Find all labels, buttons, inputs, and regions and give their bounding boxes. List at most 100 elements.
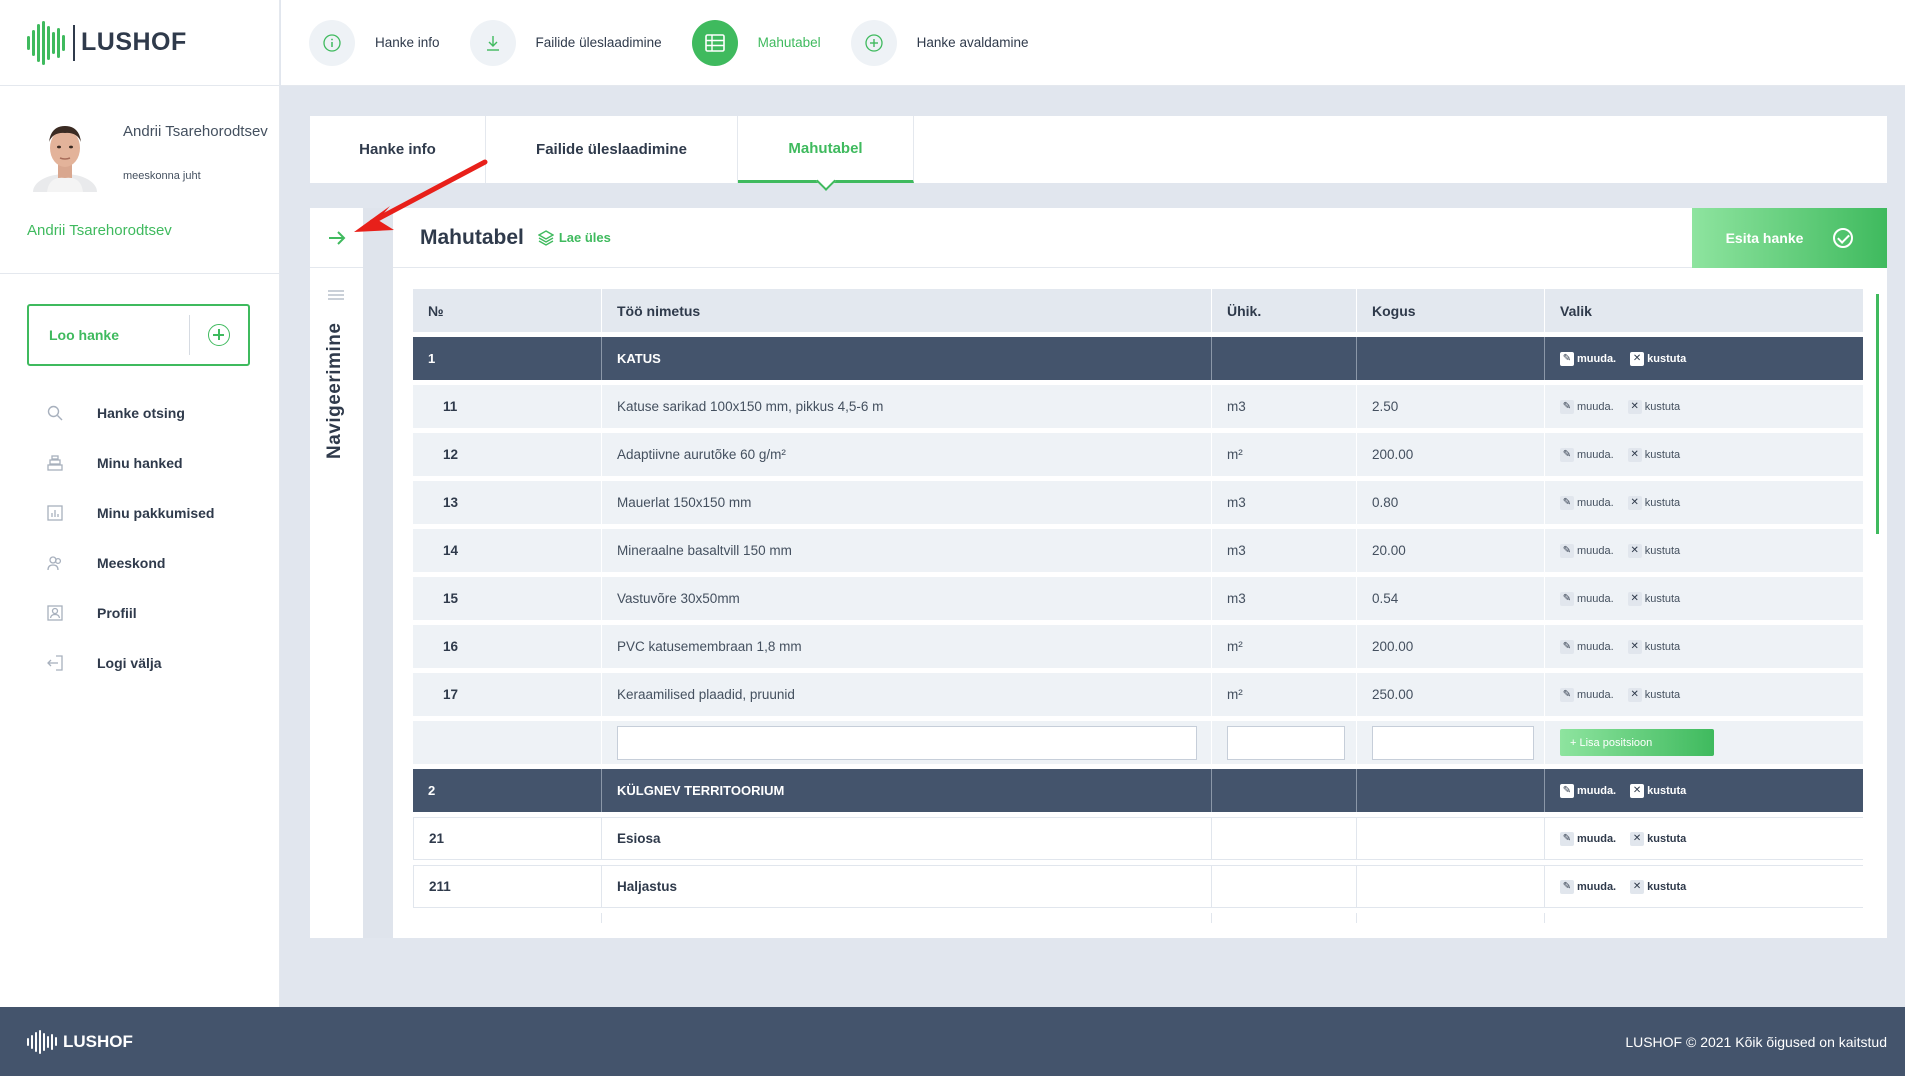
delete-button[interactable]: ✕ kustuta xyxy=(1627,687,1681,702)
edit-label: muuda. xyxy=(1577,448,1614,461)
add-position-button[interactable]: + Lisa positsioon xyxy=(1560,729,1714,756)
profile-icon xyxy=(47,605,63,621)
item-name: Katuse sarikad 100x150 mm, pikkus 4,5-6 … xyxy=(602,385,1212,428)
item-unit: m3 xyxy=(1212,577,1357,620)
delete-button[interactable]: ✕ kustuta xyxy=(1630,879,1686,894)
pencil-icon: ✎ xyxy=(1560,351,1574,366)
item-no: 14 xyxy=(413,529,602,572)
step-mahutabel[interactable]: Mahutabel xyxy=(691,19,821,66)
subgroup-no: 211 xyxy=(413,865,602,908)
copyright: LUSHOF © 2021 Kõik õigused on kaitstud xyxy=(1625,1033,1887,1050)
upload-button[interactable]: Lae üles xyxy=(537,229,611,246)
item-unit: m² xyxy=(1212,625,1357,668)
item-unit: m3 xyxy=(1212,385,1357,428)
table-icon xyxy=(691,19,738,66)
step-hanke-info[interactable]: Hanke info xyxy=(309,19,440,66)
table-row: 15 Vastuvõre 30x50mm m3 0.54 ✎ muuda. ✕ kustuta xyxy=(413,577,1863,620)
pencil-icon: ✎ xyxy=(1560,495,1574,510)
subgroup-row: 21 Esiosa ✎ muuda. ✕ kustuta xyxy=(413,817,1863,860)
edit-label: muuda. xyxy=(1577,544,1614,557)
profile-link[interactable]: Andrii Tsarehorodtsev xyxy=(27,222,172,239)
column-header-no: № xyxy=(413,289,602,332)
group-no: 1 xyxy=(413,337,602,380)
edit-button[interactable]: ✎ muuda. xyxy=(1560,591,1614,606)
volume-table: № Töö nimetus Ühik. Kogus Valik 1 KATUS ✎ m… xyxy=(413,289,1863,928)
edit-button[interactable]: ✎ muuda. xyxy=(1560,783,1616,798)
team-icon xyxy=(47,555,63,571)
delete-button[interactable]: ✕ kustuta xyxy=(1630,783,1686,798)
edit-label: muuda. xyxy=(1577,688,1614,701)
sidebar-item-label: Meeskond xyxy=(97,555,166,571)
delete-label: kustuta xyxy=(1644,688,1681,701)
delete-button[interactable]: ✕ kustuta xyxy=(1627,495,1680,510)
item-qty: 250.00 xyxy=(1357,673,1545,716)
subgroup-name: Haljastus xyxy=(602,865,1212,908)
delete-button[interactable]: ✕ kustuta xyxy=(1627,639,1680,654)
delete-button[interactable]: ✕ kustuta xyxy=(1627,591,1681,606)
subgroup-no: 21 xyxy=(413,817,602,860)
edit-button[interactable]: ✎ muuda. xyxy=(1560,399,1614,414)
delete-label: kustuta xyxy=(1644,400,1681,413)
delete-button[interactable]: ✕ kustuta xyxy=(1627,447,1680,462)
avatar[interactable] xyxy=(33,118,97,192)
row-actions: ✎ muuda. ✕ kustuta xyxy=(1545,577,1863,620)
close-icon: ✕ xyxy=(1627,687,1642,702)
edit-button[interactable]: ✎ muuda. xyxy=(1560,687,1614,702)
edit-label: muuda. xyxy=(1577,352,1617,365)
item-qty: 0.80 xyxy=(1357,481,1545,524)
tab-failide-uleslaadimine[interactable]: Failide üleslaadimine xyxy=(486,116,738,183)
sidebar-item-logout[interactable]: Logi välja xyxy=(0,638,280,688)
chart-icon xyxy=(47,505,63,521)
step-hanke-avaldamine[interactable]: Hanke avaldamine xyxy=(850,19,1029,66)
scrollbar[interactable] xyxy=(1876,294,1879,534)
sidebar-item-profiil[interactable]: Profiil xyxy=(0,588,280,638)
sidebar-item-minu-hanked[interactable]: Minu hanked xyxy=(0,438,280,488)
edit-button[interactable]: ✎ muuda. xyxy=(1560,351,1617,366)
sidebar-item-hanke-otsing[interactable]: Hanke otsing xyxy=(0,388,280,438)
new-item-unit-input[interactable] xyxy=(1227,725,1345,760)
item-no: 12 xyxy=(413,433,602,476)
delete-button[interactable]: ✕ kustuta xyxy=(1630,831,1686,846)
pencil-icon: ✎ xyxy=(1560,831,1574,846)
edit-button[interactable]: ✎ muuda. xyxy=(1560,447,1614,462)
pencil-icon: ✎ xyxy=(1560,399,1574,414)
close-icon: ✕ xyxy=(1627,495,1642,510)
close-icon: ✕ xyxy=(1630,831,1645,846)
delete-button[interactable]: ✕ kustuta xyxy=(1630,351,1686,366)
stack-icon xyxy=(47,455,63,471)
item-qty: 20.00 xyxy=(1357,529,1545,572)
step-label: Hanke info xyxy=(375,35,440,50)
delete-button[interactable]: ✕ kustuta xyxy=(1627,399,1681,414)
delete-label: kustuta xyxy=(1644,592,1681,605)
logo[interactable]: LUSHOF xyxy=(0,0,279,86)
footer-logo[interactable]: LUSHOF xyxy=(27,1029,133,1054)
edit-button[interactable]: ✎ muuda. xyxy=(1560,495,1614,510)
edit-button[interactable]: ✎ muuda. xyxy=(1560,879,1616,894)
edit-button[interactable]: ✎ muuda. xyxy=(1560,639,1614,654)
profile-role: meeskonna juht xyxy=(123,170,201,182)
group-name: KÜLGNEV TERRITOORIUM xyxy=(602,769,1212,812)
logout-icon xyxy=(47,655,63,671)
column-header-actions: Valik xyxy=(1545,289,1863,332)
submit-label: Esita hanke xyxy=(1725,230,1804,246)
wizard-steps: Hanke info Failide üleslaadimine Mahutab… xyxy=(281,0,1905,86)
tab-mahutabel[interactable]: Mahutabel xyxy=(738,116,914,183)
item-name: Mineraalne basaltvill 150 mm xyxy=(602,529,1212,572)
row-actions: ✎ muuda. ✕ kustuta xyxy=(1545,673,1863,716)
edit-label: muuda. xyxy=(1577,592,1614,605)
table-row: 14 Mineraalne basaltvill 150 mm m3 20.00 ✎ mu… xyxy=(413,529,1863,572)
step-failide-uleslaadimine[interactable]: Failide üleslaadimine xyxy=(469,19,662,66)
new-item-qty-input[interactable] xyxy=(1372,725,1534,760)
delete-button[interactable]: ✕ kustuta xyxy=(1627,543,1680,558)
new-item-name-input[interactable] xyxy=(617,725,1197,760)
sidebar-item-minu-pakkumised[interactable]: Minu pakkumised xyxy=(0,488,280,538)
item-name: Keraamilised plaadid, pruunid xyxy=(602,673,1212,716)
sidebar-item-meeskond[interactable]: Meeskond xyxy=(0,538,280,588)
table-row: 17 Keraamilised plaadid, pruunid m² 250.00 ✎… xyxy=(413,673,1863,716)
edit-button[interactable]: ✎ muuda. xyxy=(1560,831,1616,846)
row-actions: ✎ muuda. ✕ kustuta xyxy=(1545,337,1863,380)
edit-button[interactable]: ✎ muuda. xyxy=(1560,543,1614,558)
create-tender-button[interactable]: Loo hanke xyxy=(27,304,250,366)
submit-tender-button[interactable]: Esita hanke xyxy=(1692,208,1887,268)
plus-circle-icon xyxy=(850,19,897,66)
